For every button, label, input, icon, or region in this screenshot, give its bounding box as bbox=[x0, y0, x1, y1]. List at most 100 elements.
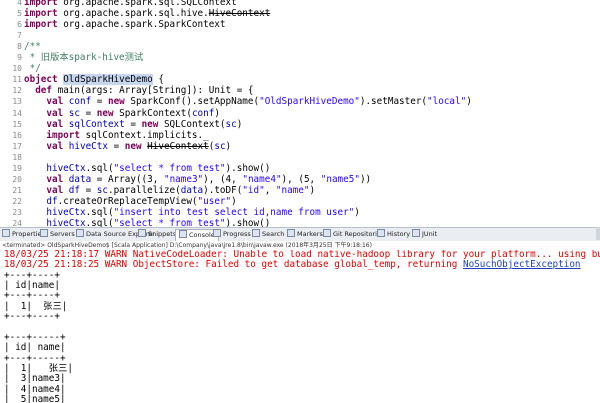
code-token: ).show() bbox=[225, 162, 271, 174]
code-line[interactable]: 15 val sqlContext = new SQLContext(sc) bbox=[0, 119, 600, 130]
code-token: "name5" bbox=[320, 173, 360, 185]
tab-label: History bbox=[387, 230, 411, 238]
console-line: | 1| 张三| bbox=[4, 301, 67, 312]
console-text: +---+-----+ bbox=[4, 331, 66, 343]
code-token: "OldSparkHiveDemo" bbox=[259, 96, 360, 108]
code-line[interactable]: 12 def main(args: Array[String]): Unit =… bbox=[0, 85, 600, 96]
code-line[interactable]: 13 val conf = new SparkConf().setAppName… bbox=[0, 96, 600, 107]
code-line[interactable]: 14 val sc = new SparkContext(conf) bbox=[0, 108, 600, 119]
code-line[interactable]: 24 hiveCtx.sql("select * from test").sho… bbox=[0, 218, 600, 227]
code-token: val bbox=[24, 173, 69, 185]
search-icon bbox=[252, 229, 260, 237]
exception-link[interactable]: NoSuchObjectException bbox=[463, 259, 581, 270]
tab-junit[interactable]: JUnit bbox=[412, 229, 437, 240]
code-line[interactable]: 4 import org.apache.spark.sql.SQLContext bbox=[0, 0, 600, 8]
code-line[interactable]: 23 hiveCtx.sql("insert into test select … bbox=[0, 207, 600, 218]
progress-icon bbox=[213, 229, 221, 237]
code-text: val conf = new SparkConf().setAppName("O… bbox=[24, 96, 471, 108]
code-token: HiveContext bbox=[208, 8, 271, 20]
console-text: | 4|name4| bbox=[4, 383, 66, 395]
code-text: object OldSparkHiveDemo { bbox=[24, 74, 164, 86]
servers-icon bbox=[40, 229, 48, 237]
code-token: ) bbox=[225, 140, 232, 152]
code-token: val bbox=[24, 118, 69, 130]
code-token: = bbox=[91, 96, 108, 108]
code-token: .sql( bbox=[85, 162, 114, 174]
console-line: +---+-----+ bbox=[4, 353, 66, 364]
code-token: .sql( bbox=[85, 218, 114, 227]
line-number: 4 bbox=[17, 0, 22, 7]
tab-label: Search bbox=[262, 230, 285, 238]
code-token: ).show() bbox=[225, 218, 271, 227]
code-token: * 旧版本spark-hive测试 bbox=[24, 52, 144, 64]
code-token: hiveCtx bbox=[68, 140, 108, 152]
code-text: def main(args: Array[String]): Unit = { bbox=[24, 85, 253, 96]
code-text: val sqlContext = new SQLContext(sc) bbox=[24, 119, 242, 130]
code-token: = Array(( bbox=[91, 173, 148, 185]
code-token: import bbox=[24, 129, 86, 141]
code-line[interactable]: 11 object OldSparkHiveDemo { bbox=[0, 74, 600, 86]
tab-snippets[interactable]: Snippets bbox=[138, 229, 176, 240]
code-line[interactable]: 18 bbox=[0, 152, 600, 163]
code-token: /** bbox=[24, 41, 41, 53]
console-output[interactable]: 18/03/25 21:18:17 WARN NativeCodeLoader:… bbox=[0, 250, 600, 403]
tab-label: Markers bbox=[297, 230, 323, 238]
tab-label: Progress bbox=[223, 230, 251, 238]
code-token: = bbox=[124, 118, 142, 130]
code-token: new bbox=[107, 96, 131, 108]
code-token: import bbox=[24, 0, 64, 8]
code-token: "user" bbox=[197, 195, 232, 207]
tab-servers[interactable]: Servers bbox=[40, 229, 75, 240]
code-line[interactable]: 19 hiveCtx.sql("select * from test").sho… bbox=[0, 163, 600, 174]
line-number: 13 bbox=[12, 97, 22, 107]
code-token: "select * from test" bbox=[113, 218, 226, 227]
tab-search[interactable]: Search bbox=[252, 229, 284, 240]
code-line[interactable]: 16 import sqlContext.implicits._ bbox=[0, 130, 600, 141]
code-token: sc bbox=[68, 107, 80, 119]
code-text: import org.apache.spark.SparkContext bbox=[24, 19, 226, 30]
code-token: , bbox=[231, 173, 243, 185]
code-editor[interactable]: 4 import org.apache.spark.sql.SQLContext 5… bbox=[0, 0, 600, 227]
line-number: 8 bbox=[17, 42, 22, 52]
code-token: { bbox=[152, 74, 164, 86]
code-token: "select * from test" bbox=[113, 162, 226, 174]
code-line[interactable]: 9 * 旧版本spark-hive测试 bbox=[0, 52, 600, 63]
code-token: SparkContext( bbox=[119, 107, 192, 119]
code-token: import bbox=[24, 8, 64, 20]
code-token: df bbox=[24, 195, 58, 207]
tab-markers[interactable]: Markers bbox=[287, 229, 323, 240]
code-token: .createOrReplaceTempView( bbox=[57, 195, 198, 207]
code-text: val df = sc.parallelize(data).toDF("id",… bbox=[24, 185, 315, 196]
code-token: data bbox=[68, 173, 92, 185]
code-token: sc bbox=[225, 118, 237, 130]
console-line: | 3|name3| bbox=[4, 373, 66, 384]
tab-properties[interactable]: Properties bbox=[2, 229, 45, 240]
code-token: hiveCtx bbox=[24, 206, 86, 218]
code-token: conf bbox=[191, 107, 215, 119]
tab-git-repositories[interactable]: Git Repositories bbox=[323, 229, 384, 240]
tab-progress[interactable]: Progress bbox=[213, 229, 251, 240]
console-text: +---+-----+ bbox=[4, 352, 66, 364]
code-line[interactable]: 17 val hiveCtx = new HiveContext(sc) bbox=[0, 141, 600, 152]
code-line[interactable]: 7 bbox=[0, 30, 600, 41]
code-line[interactable]: 10 */ bbox=[0, 63, 600, 74]
code-line[interactable]: 21 val df = sc.parallelize(data).toDF("i… bbox=[0, 185, 600, 196]
code-line[interactable]: 22 df.createOrReplaceTempView("user") bbox=[0, 196, 600, 207]
code-line[interactable]: 5 import org.apache.spark.sql.hive.HiveCo… bbox=[0, 8, 600, 19]
code-line[interactable]: 20 val data = Array((3, "name3"), (4, "n… bbox=[0, 174, 600, 185]
code-text: hiveCtx.sql("select * from test").show() bbox=[24, 218, 270, 227]
tab-history[interactable]: History bbox=[377, 229, 410, 240]
code-line[interactable]: 6 import org.apache.spark.SparkContext bbox=[0, 19, 600, 30]
code-token: , bbox=[309, 173, 321, 185]
code-token: = bbox=[107, 140, 125, 152]
code-token: = bbox=[79, 107, 97, 119]
code-token: org.apache.spark.SparkContext bbox=[63, 19, 226, 31]
line-number: 12 bbox=[12, 86, 22, 96]
code-token: ), ( bbox=[203, 173, 226, 185]
code-token: new bbox=[96, 107, 120, 119]
code-token: "name" bbox=[275, 184, 310, 196]
code-line[interactable]: 8/** bbox=[0, 41, 600, 52]
console-line: +---+----+ bbox=[4, 311, 60, 322]
console-text: 18/03/25 21:18:25 WARN ObjectStore: Fail… bbox=[4, 259, 463, 271]
code-token: ) bbox=[309, 184, 316, 196]
